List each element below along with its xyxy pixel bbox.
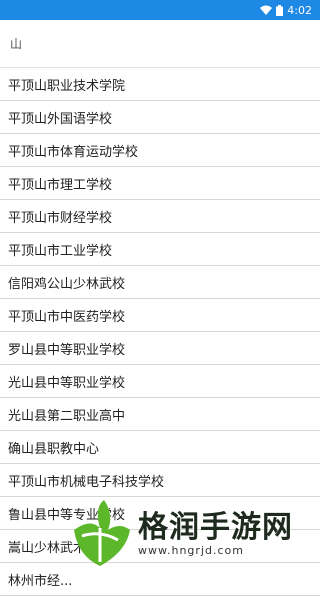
list-item[interactable]: 平顶山市体育运动学校 <box>0 134 320 167</box>
list-item[interactable]: 罗山县中等职业学校 <box>0 332 320 365</box>
status-time: 4:02 <box>287 3 312 17</box>
leaf-logo-icon <box>74 500 130 566</box>
list-item[interactable]: 光山县第二职业高中 <box>0 398 320 431</box>
list-item[interactable]: 平顶山市理工学校 <box>0 167 320 200</box>
status-bar: 4:02 <box>0 0 320 20</box>
watermark: 格润手游网 www.hngrjd.com <box>70 500 320 568</box>
list-item[interactable]: 平顶山市中医药学校 <box>0 299 320 332</box>
search-bar <box>0 20 320 68</box>
list-item[interactable]: 平顶山市工业学校 <box>0 233 320 266</box>
list-item[interactable]: 光山县中等职业学校 <box>0 365 320 398</box>
battery-icon <box>276 4 284 16</box>
list-item[interactable]: 平顶山职业技术学院 <box>0 68 320 101</box>
list-item[interactable]: 信阳鸡公山少林武校 <box>0 266 320 299</box>
watermark-url: www.hngrjd.com <box>138 543 244 557</box>
list-item[interactable]: 确山县职教中心 <box>0 431 320 464</box>
list-item[interactable]: 平顶山市财经学校 <box>0 200 320 233</box>
wifi-icon <box>260 5 273 15</box>
search-input[interactable] <box>8 35 292 52</box>
list-item[interactable]: 平顶山市机械电子科技学校 <box>0 464 320 497</box>
list-item[interactable]: 平顶山外国语学校 <box>0 101 320 134</box>
watermark-title: 格润手游网 <box>138 509 293 545</box>
